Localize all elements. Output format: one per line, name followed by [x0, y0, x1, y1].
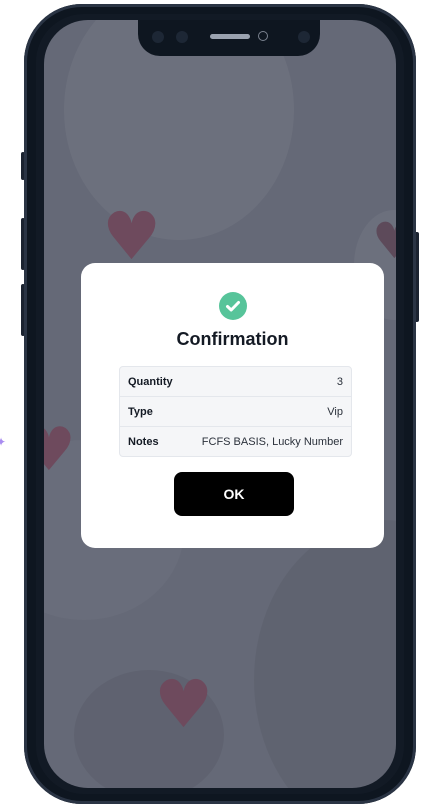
phone-notch [138, 20, 320, 56]
sparkle-icon: ✦ [0, 435, 7, 449]
row-value: 3 [336, 375, 343, 388]
table-row: Type Vip [120, 396, 351, 426]
confirmation-dialog: Confirmation Quantity 3 Type Vip Notes F… [81, 263, 384, 548]
dialog-title: Confirmation [176, 329, 289, 349]
sensor-icon [258, 31, 268, 41]
camera-icon [298, 31, 310, 43]
heart-icon: ♥ [44, 415, 76, 485]
details-table: Quantity 3 Type Vip Notes FCFS BASIS, Lu… [119, 366, 352, 457]
row-value: FCFS BASIS, Lucky Number [201, 435, 343, 448]
check-circle-icon [219, 292, 247, 320]
speaker-grille [210, 34, 250, 39]
row-label: Type [128, 405, 153, 418]
row-label: Notes [128, 435, 159, 448]
ok-button[interactable]: OK [174, 472, 294, 516]
table-row: Quantity 3 [120, 367, 351, 396]
row-label: Quantity [128, 375, 173, 388]
device-mockup-stage: ✦ ♥ ♥ ♥ ♥ Confirmation Quantity 3 Type V… [0, 0, 437, 806]
table-row: Notes FCFS BASIS, Lucky Number [120, 426, 351, 456]
heart-icon: ♥ [372, 212, 396, 270]
row-value: Vip [327, 405, 343, 418]
camera-icon [152, 31, 164, 43]
background-circle [254, 520, 396, 788]
heart-icon: ♥ [154, 666, 214, 743]
camera-icon [176, 31, 188, 43]
heart-icon: ♥ [102, 198, 162, 275]
